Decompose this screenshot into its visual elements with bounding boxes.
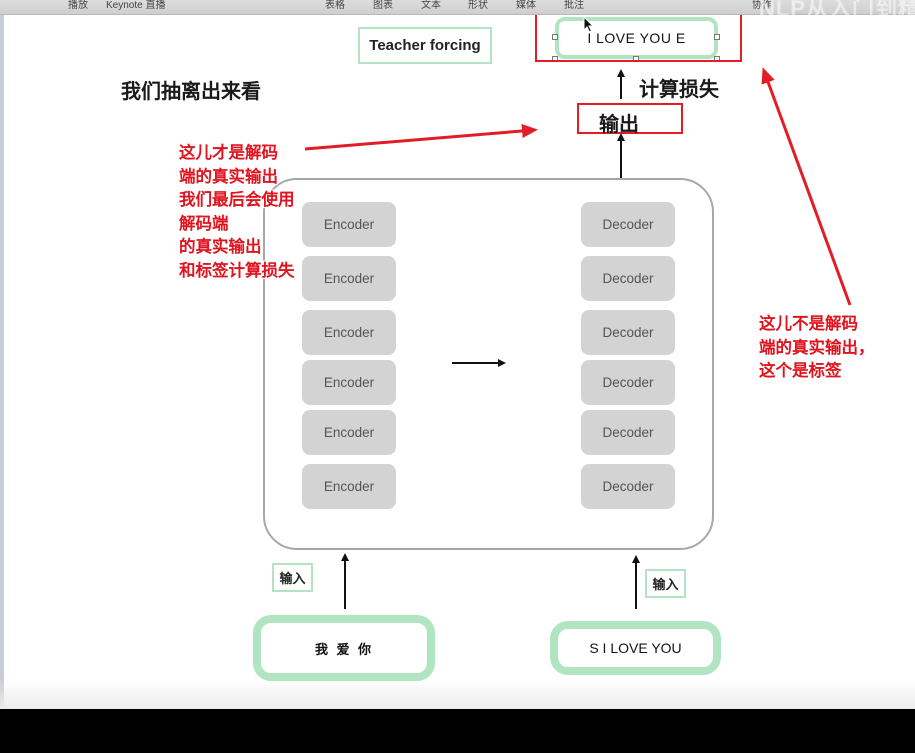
keynote-toolbar: 播放 Keynote 直播 表格 图表 文本 形状 媒体 批注 协作 NLP从入… xyxy=(0,0,915,20)
toolbar-shape[interactable]: 形状 xyxy=(468,0,488,12)
toolbar-keynote-live[interactable]: Keynote 直播 xyxy=(106,0,165,12)
right-annotation-note: 这儿不是解码 端的真实输出， 这个是标签 xyxy=(759,314,875,380)
red-annotation-arrow-right xyxy=(761,67,852,306)
toolbar-play[interactable]: 播放 xyxy=(68,0,88,12)
bottom-black-bar xyxy=(0,709,915,753)
toolbar-text[interactable]: 文本 xyxy=(421,0,441,12)
toolbar-table[interactable]: 表格 xyxy=(325,0,345,12)
toolbar-chart[interactable]: 图表 xyxy=(373,0,393,12)
left-annotation-note: 这儿才是解码 端的真实输出 我们最后会使用 解码端 的真实输出 和标签计算损失 xyxy=(179,143,295,280)
canvas-bottom-shade xyxy=(0,679,915,709)
mouse-cursor-icon xyxy=(583,16,595,33)
toolbar-comment[interactable]: 批注 xyxy=(564,0,584,12)
toolbar-media[interactable]: 媒体 xyxy=(516,0,536,12)
red-annotation-arrow-left xyxy=(304,124,538,151)
slide-canvas[interactable]: Teacher forcing 我们抽离出来看 I LOVE YOU E 计算损… xyxy=(0,15,915,709)
